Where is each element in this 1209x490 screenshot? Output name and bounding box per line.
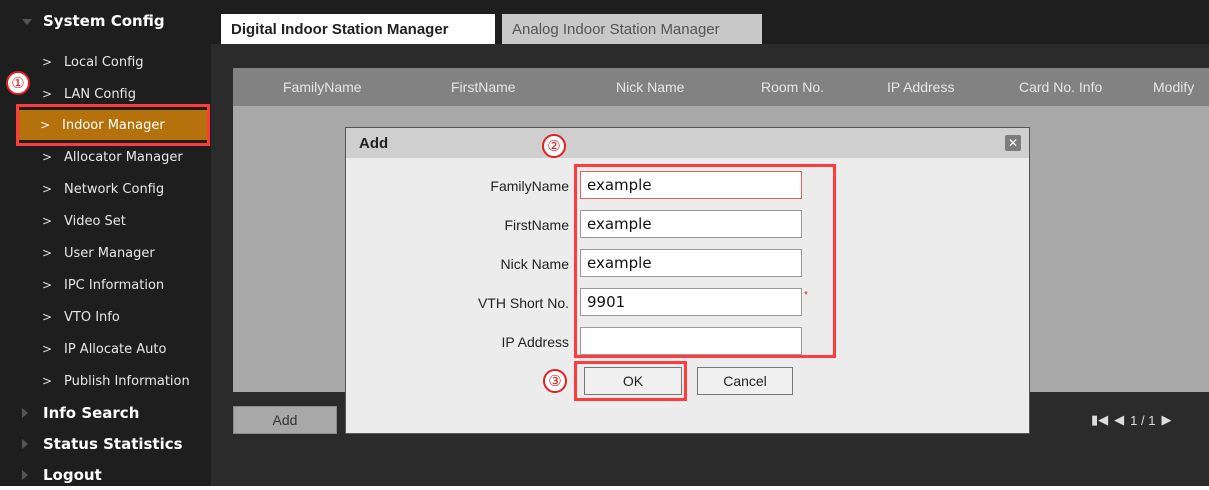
sidebar-item-network-config[interactable]: > Network Config xyxy=(20,174,206,204)
sidebar-item-ipc-information[interactable]: > IPC Information xyxy=(20,270,206,300)
field-label: FirstName xyxy=(504,217,569,233)
sidebar-item-label: Local Config xyxy=(64,54,144,70)
dialog-title: Add xyxy=(346,128,1029,158)
field-row-vth-short-no: VTH Short No. 9901 * xyxy=(346,288,1029,318)
dialog-title-text: Add xyxy=(359,134,389,152)
pager: ▮◀ ◀ 1 / 1 ▶ xyxy=(1091,406,1201,434)
chevron-right-icon: > xyxy=(42,150,53,164)
column-header: Room No. xyxy=(761,79,825,95)
sidebar-item-allocator-manager[interactable]: > Allocator Manager xyxy=(20,142,206,172)
table-header: FamilyName FirstName Nick Name Room No. … xyxy=(233,68,1209,106)
field-row-firstname: FirstName example xyxy=(346,210,1029,240)
column-header: Nick Name xyxy=(616,79,685,95)
section-status-statistics[interactable]: Status Statistics xyxy=(0,429,211,459)
field-row-ip-address: IP Address xyxy=(346,327,1029,357)
caret-right-icon xyxy=(22,439,28,449)
cancel-button[interactable]: Cancel xyxy=(697,367,793,395)
sidebar-item-ip-allocate-auto[interactable]: > IP Allocate Auto xyxy=(20,334,206,364)
chevron-right-icon: > xyxy=(42,374,53,388)
next-page-icon[interactable]: ▶ xyxy=(1161,412,1171,428)
caret-down-icon xyxy=(22,19,32,25)
field-label: FamilyName xyxy=(490,178,569,194)
sidebar-item-label: Video Set xyxy=(64,213,126,229)
annotation-marker-3: ③ xyxy=(543,369,567,393)
page-indicator: 1 / 1 xyxy=(1130,412,1156,428)
sidebar-item-vto-info[interactable]: > VTO Info xyxy=(20,302,206,332)
sidebar-item-label: Allocator Manager xyxy=(64,149,183,165)
field-label: VTH Short No. xyxy=(477,295,569,311)
tab-digital-indoor-station[interactable]: Digital Indoor Station Manager xyxy=(221,14,495,44)
annotation-marker-1: ① xyxy=(6,71,30,95)
section-label: System Config xyxy=(43,12,165,30)
ip-address-input[interactable] xyxy=(580,327,802,355)
sidebar-item-label: User Manager xyxy=(64,245,155,261)
sidebar-item-user-manager[interactable]: > User Manager xyxy=(20,238,206,268)
chevron-right-icon: > xyxy=(42,55,53,69)
column-header: Card No. Info xyxy=(1019,79,1103,95)
tab-bar: Digital Indoor Station Manager Analog In… xyxy=(211,0,1209,44)
required-mark: * xyxy=(804,290,808,301)
sidebar: System Config > Local Config > LAN Confi… xyxy=(0,0,211,486)
chevron-right-icon: > xyxy=(42,214,53,228)
column-header: IP Address xyxy=(887,79,955,95)
caret-right-icon xyxy=(22,470,28,480)
sidebar-item-label: Network Config xyxy=(64,181,165,197)
section-label: Logout xyxy=(43,466,102,484)
column-header: FirstName xyxy=(451,79,516,95)
section-info-search[interactable]: Info Search xyxy=(0,398,211,428)
sidebar-item-video-set[interactable]: > Video Set xyxy=(20,206,206,236)
column-header: FamilyName xyxy=(283,79,362,95)
sidebar-item-label: Indoor Manager xyxy=(62,117,165,133)
add-dialog: Add ✕ FamilyName example FirstName examp… xyxy=(345,127,1030,434)
field-label: IP Address xyxy=(501,334,569,350)
tab-analog-indoor-station[interactable]: Analog Indoor Station Manager xyxy=(502,14,762,44)
sidebar-item-indoor-manager[interactable]: > Indoor Manager xyxy=(18,110,208,140)
sidebar-item-local-config[interactable]: > Local Config xyxy=(20,47,206,77)
nickname-input[interactable]: example xyxy=(580,249,802,277)
sidebar-item-label: Publish Information xyxy=(64,373,190,389)
sidebar-item-publish-information[interactable]: > Publish Information xyxy=(20,366,206,396)
sidebar-item-label: VTO Info xyxy=(64,309,120,325)
annotation-marker-2: ② xyxy=(542,134,566,158)
add-button[interactable]: Add xyxy=(233,406,337,434)
close-icon[interactable]: ✕ xyxy=(1005,135,1021,151)
caret-right-icon xyxy=(22,408,28,418)
first-page-icon[interactable]: ▮◀ xyxy=(1091,412,1108,428)
ok-button[interactable]: OK xyxy=(584,367,682,395)
sidebar-item-label: IP Allocate Auto xyxy=(64,341,167,357)
chevron-right-icon: > xyxy=(42,310,53,324)
chevron-right-icon: > xyxy=(42,342,53,356)
chevron-right-icon: > xyxy=(42,278,53,292)
familyname-input[interactable]: example xyxy=(580,171,802,199)
chevron-right-icon: > xyxy=(40,118,51,132)
section-system-config[interactable]: System Config xyxy=(0,6,211,36)
field-row-nickname: Nick Name example xyxy=(346,249,1029,279)
chevron-right-icon: > xyxy=(42,246,53,260)
chevron-right-icon: > xyxy=(42,182,53,196)
vth-short-no-input[interactable]: 9901 xyxy=(580,288,802,316)
column-header: Modify xyxy=(1153,79,1195,95)
field-row-familyname: FamilyName example xyxy=(346,171,1029,201)
field-label: Nick Name xyxy=(500,256,569,272)
section-label: Status Statistics xyxy=(43,435,183,453)
prev-page-icon[interactable]: ◀ xyxy=(1114,412,1124,428)
sidebar-item-lan-config[interactable]: > LAN Config xyxy=(20,79,206,109)
section-label: Info Search xyxy=(43,404,140,422)
firstname-input[interactable]: example xyxy=(580,210,802,238)
sidebar-item-label: IPC Information xyxy=(64,277,165,293)
sidebar-item-label: LAN Config xyxy=(64,86,137,102)
